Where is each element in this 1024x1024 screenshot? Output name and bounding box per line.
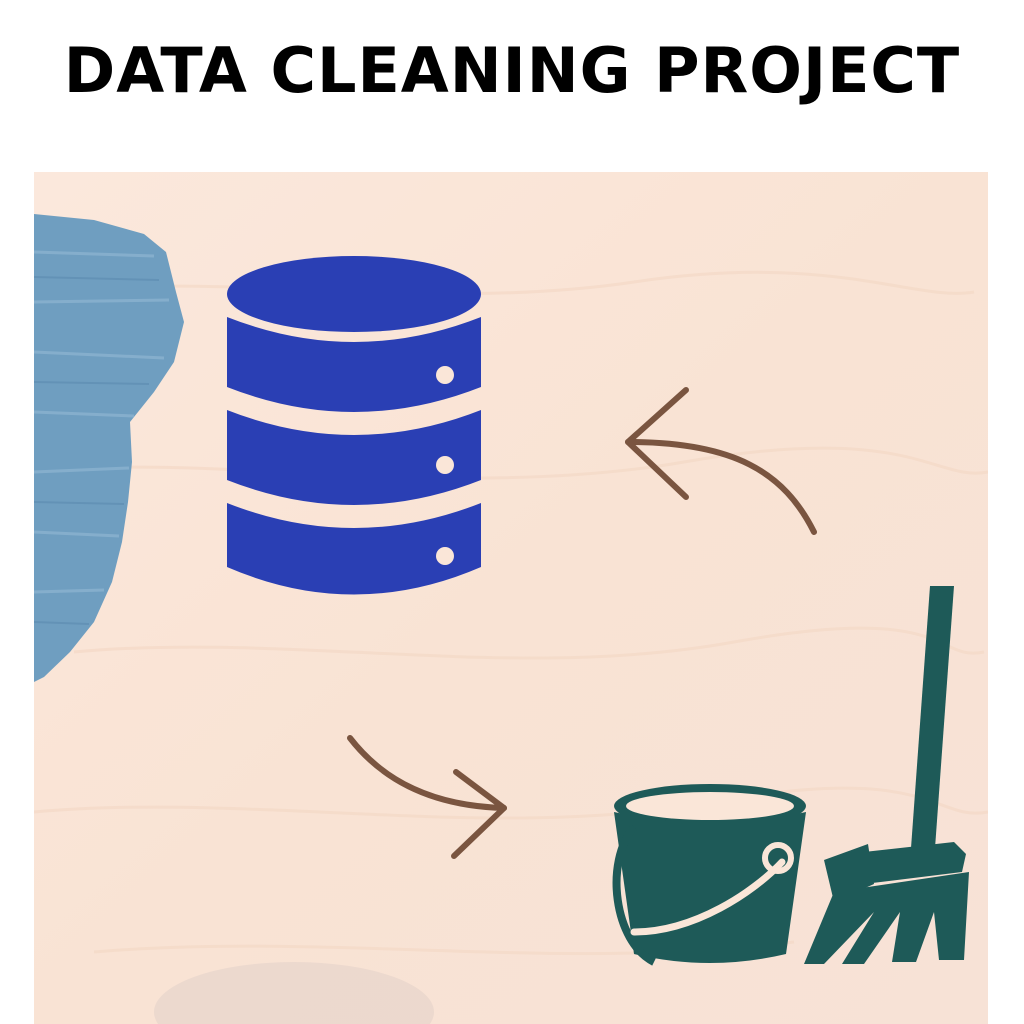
page-title: DATA CLEANING PROJECT	[63, 34, 961, 107]
bucket-icon	[612, 784, 806, 966]
illustration-panel	[34, 172, 988, 1024]
page: DATA CLEANING PROJECT	[0, 0, 1024, 1024]
